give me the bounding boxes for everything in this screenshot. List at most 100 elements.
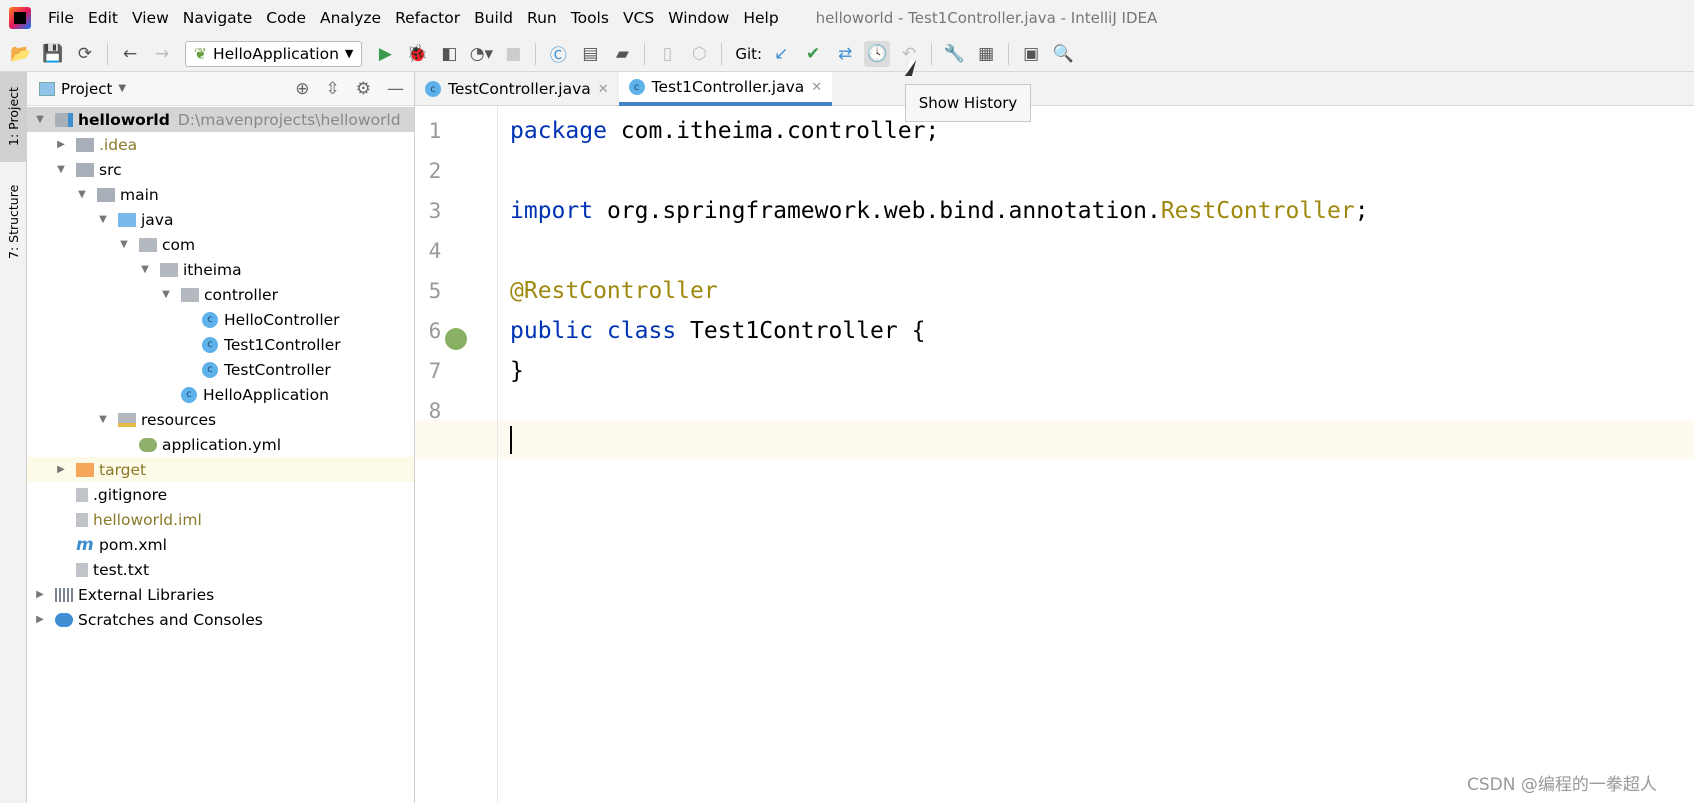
coverage-icon[interactable]: ◧ xyxy=(436,41,462,67)
file-icon[interactable]: ▤ xyxy=(577,41,603,67)
line-number: 8 xyxy=(428,399,442,423)
panel-title[interactable]: Project xyxy=(61,80,112,98)
tree-item[interactable]: test.txt xyxy=(27,557,414,582)
menu-run[interactable]: Run xyxy=(520,9,564,27)
tree-item-label: External Libraries xyxy=(78,585,215,604)
expand-down-icon[interactable]: ▼ xyxy=(96,414,110,425)
line-number: 1 xyxy=(428,119,442,143)
tree-item[interactable]: ▼ resources xyxy=(27,407,414,432)
expand-down-icon[interactable]: ▼ xyxy=(33,114,47,125)
tree-item-label: controller xyxy=(204,285,278,304)
git-update-icon[interactable]: ↙ xyxy=(768,41,794,67)
tree-item[interactable]: helloworld.iml xyxy=(27,507,414,532)
resources-folder-icon xyxy=(118,412,136,427)
run-icon[interactable]: ▶ xyxy=(372,41,398,67)
folder-icon xyxy=(97,187,115,202)
expand-down-icon[interactable]: ▼ xyxy=(96,214,110,225)
package-icon[interactable]: ⬡ xyxy=(686,41,712,67)
close-icon[interactable]: ✕ xyxy=(811,80,822,95)
tree-item[interactable]: ▼ main xyxy=(27,182,414,207)
class-icon[interactable]: Ⓒ xyxy=(545,41,571,67)
tree-item[interactable]: ▼ controller xyxy=(27,282,414,307)
run-config-selector[interactable]: ❦ HelloApplication ▼ xyxy=(185,40,363,67)
tree-item[interactable]: ▼ src xyxy=(27,157,414,182)
expand-right-icon[interactable]: ▶ xyxy=(33,589,47,600)
tree-item[interactable]: ▶ Scratches and Consoles xyxy=(27,607,414,632)
expand-down-icon[interactable]: ▼ xyxy=(54,164,68,175)
show-history-icon[interactable]: 🕓 xyxy=(864,40,891,67)
tab-testcontroller[interactable]: c TestController.java ✕ xyxy=(415,72,619,106)
search-icon[interactable]: 🔍 xyxy=(1050,41,1076,67)
tree-item[interactable]: c Test1Controller xyxy=(27,332,414,357)
menu-build[interactable]: Build xyxy=(467,9,520,27)
back-icon[interactable]: ← xyxy=(117,41,143,67)
menu-tools[interactable]: Tools xyxy=(564,9,616,27)
tree-item-label: target xyxy=(99,460,147,479)
profile-icon[interactable]: ◔▾ xyxy=(468,41,494,67)
menu-navigate[interactable]: Navigate xyxy=(176,9,260,27)
tree-item[interactable]: ▶ .idea xyxy=(27,132,414,157)
open-icon[interactable]: 📂 xyxy=(8,41,34,67)
save-icon[interactable]: 💾 xyxy=(40,41,66,67)
source-folder-icon xyxy=(118,212,136,227)
tree-item[interactable]: ▼ java xyxy=(27,207,414,232)
menu-edit[interactable]: Edit xyxy=(81,9,125,27)
sync-icon[interactable]: ⟳ xyxy=(72,41,98,67)
menu-file[interactable]: File xyxy=(41,9,81,27)
menu-refactor[interactable]: Refactor xyxy=(388,9,467,27)
chevron-down-icon: ▼ xyxy=(344,47,354,60)
project-panel-header: Project ▼ ⊕ ⇳ ⚙ — xyxy=(27,72,414,106)
tree-item[interactable]: .gitignore xyxy=(27,482,414,507)
menu-bar: File Edit View Navigate Code Analyze Refactor B… xyxy=(0,0,1694,36)
expand-down-icon[interactable]: ▼ xyxy=(75,189,89,200)
menu-window[interactable]: Window xyxy=(661,9,736,27)
locate-icon[interactable]: ⊕ xyxy=(295,79,309,99)
folder-icon[interactable]: ▰ xyxy=(609,41,635,67)
code-area[interactable]: 12345678 package com.itheima.controller;… xyxy=(415,106,1694,803)
project-tool-tab[interactable]: 1: Project xyxy=(0,72,27,162)
forward-icon[interactable]: → xyxy=(149,41,175,67)
expand-right-icon[interactable]: ▶ xyxy=(54,464,68,475)
tab-test1controller[interactable]: c Test1Controller.java ✕ xyxy=(618,72,833,106)
menu-help[interactable]: Help xyxy=(736,9,785,27)
tree-item[interactable]: ▶ target xyxy=(27,457,414,482)
expand-down-icon[interactable]: ▼ xyxy=(138,264,152,275)
tree-item[interactable]: c TestController xyxy=(27,357,414,382)
git-compare-icon[interactable]: ⇄ xyxy=(832,41,858,67)
device-icon[interactable]: ▯ xyxy=(654,41,680,67)
menu-code[interactable]: Code xyxy=(259,9,313,27)
tree-item-label: src xyxy=(99,160,122,179)
git-commit-icon[interactable]: ✔ xyxy=(800,41,826,67)
tree-item[interactable]: c HelloApplication xyxy=(27,382,414,407)
expand-down-icon[interactable]: ▼ xyxy=(117,239,131,250)
line-number: 4 xyxy=(428,239,442,263)
expand-right-icon[interactable]: ▶ xyxy=(33,614,47,625)
hide-icon[interactable]: — xyxy=(387,79,404,99)
collapse-all-icon[interactable]: ⇳ xyxy=(326,79,340,99)
code-line-6: public class Test1Controller { xyxy=(510,318,926,344)
debug-icon[interactable]: 🐞 xyxy=(404,41,430,67)
gear-icon[interactable]: ⚙ xyxy=(356,79,371,99)
tree-item[interactable]: ▼ itheima xyxy=(27,257,414,282)
separator xyxy=(644,42,646,65)
stop-icon[interactable]: ■ xyxy=(500,41,526,67)
tree-item[interactable]: ▶ External Libraries xyxy=(27,582,414,607)
project-structure-icon[interactable]: ▦ xyxy=(973,41,999,67)
menu-analyze[interactable]: Analyze xyxy=(313,9,388,27)
tree-item[interactable]: application.yml xyxy=(27,432,414,457)
menu-view[interactable]: View xyxy=(125,9,176,27)
spring-bean-gutter-icon[interactable] xyxy=(445,328,467,350)
settings-wrench-icon[interactable]: 🔧 xyxy=(941,41,967,67)
package-icon xyxy=(139,237,157,252)
expand-down-icon[interactable]: ▼ xyxy=(159,289,173,300)
structure-tool-tab[interactable]: 7: Structure xyxy=(0,172,27,272)
menu-vcs[interactable]: VCS xyxy=(616,9,661,27)
chevron-down-icon[interactable]: ▼ xyxy=(118,83,126,94)
tree-item[interactable]: c HelloController xyxy=(27,307,414,332)
close-icon[interactable]: ✕ xyxy=(598,82,609,97)
tree-item[interactable]: ▼ com xyxy=(27,232,414,257)
tree-item[interactable]: m pom.xml xyxy=(27,532,414,557)
expand-right-icon[interactable]: ▶ xyxy=(54,139,68,150)
terminal-icon[interactable]: ▣ xyxy=(1018,41,1044,67)
tree-item[interactable]: ▼ helloworld D:\mavenprojects\helloworld xyxy=(27,107,414,132)
